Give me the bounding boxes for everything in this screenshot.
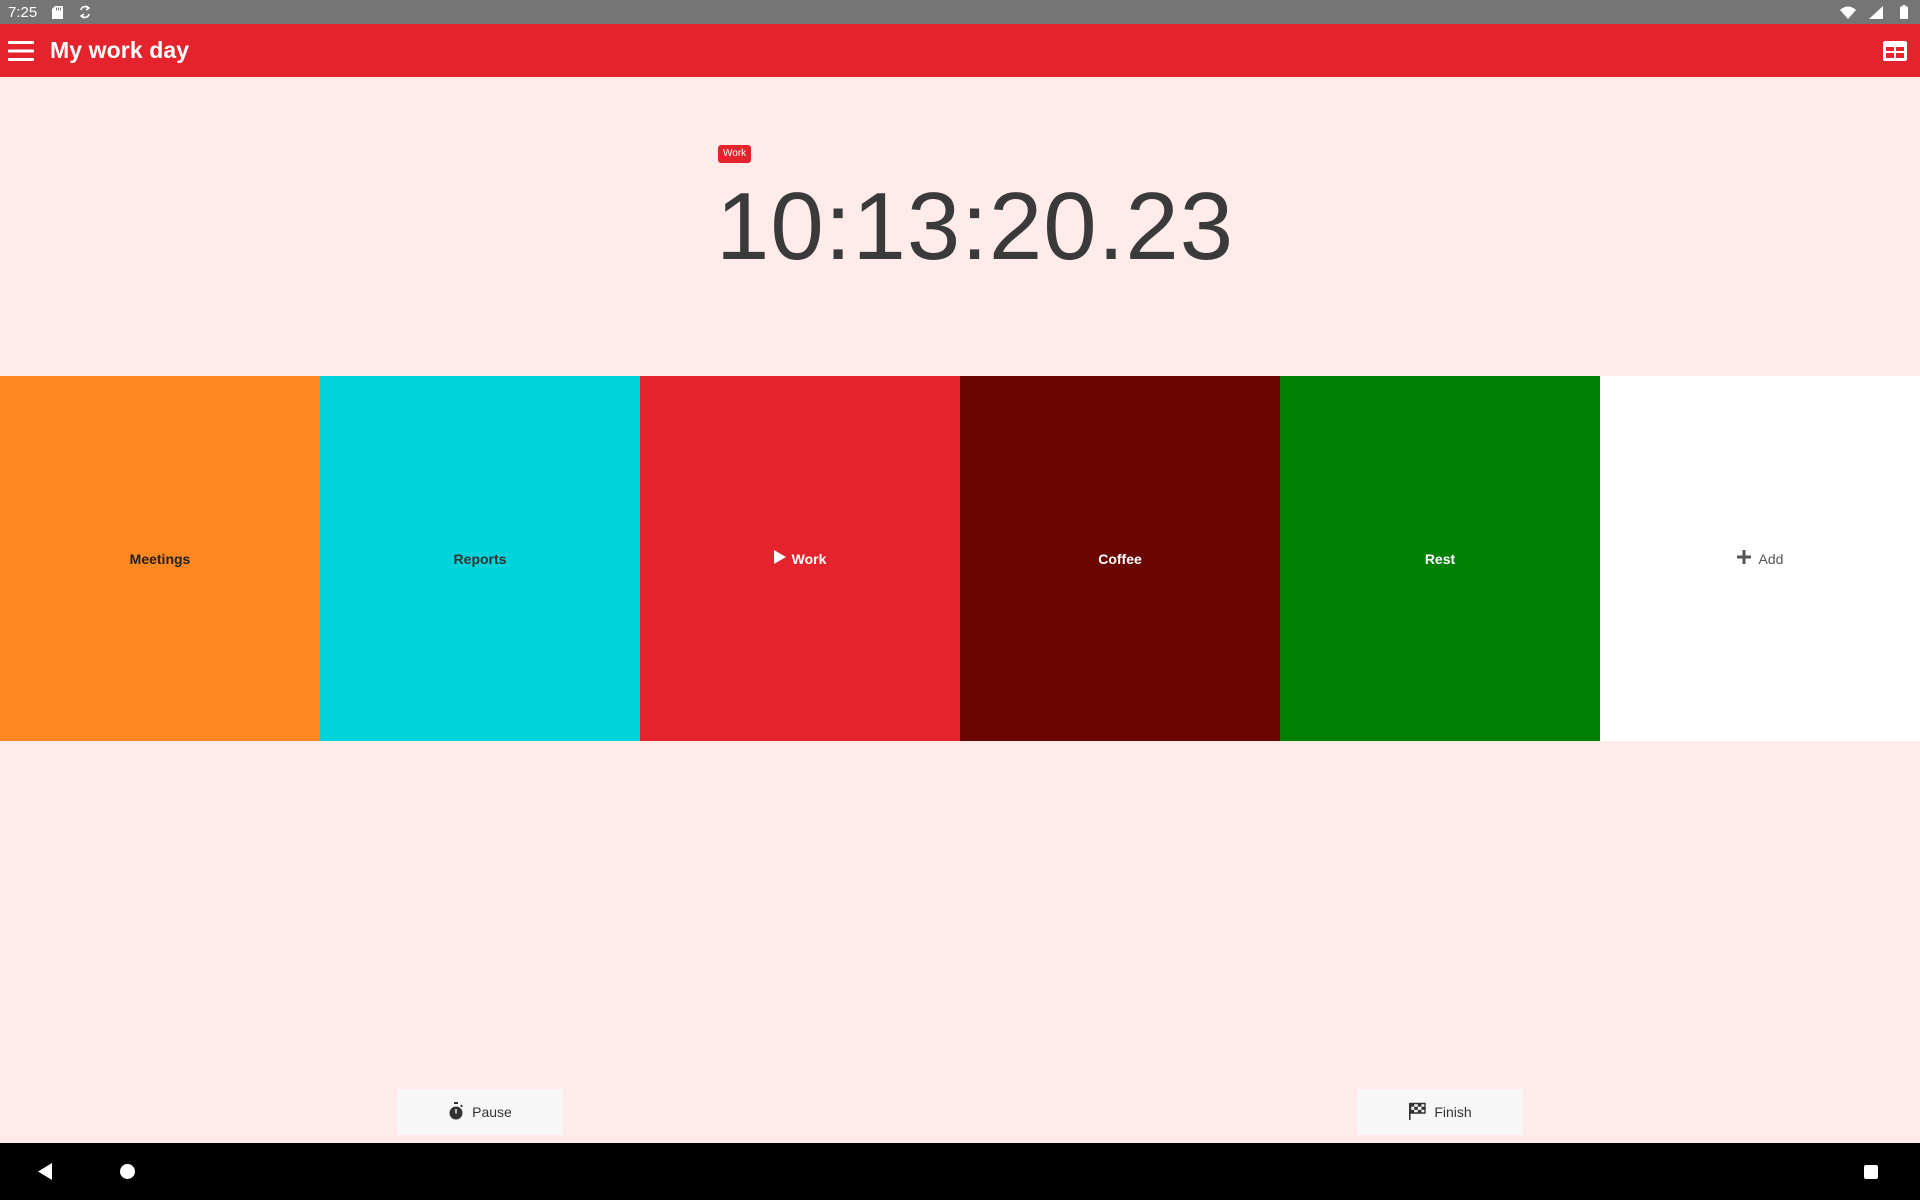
pause-button[interactable]: Pause bbox=[397, 1089, 563, 1135]
stopwatch-icon bbox=[448, 1101, 464, 1123]
sd-card-icon bbox=[49, 4, 65, 20]
hamburger-menu-icon[interactable] bbox=[6, 36, 36, 66]
activity-tile-meetings[interactable]: Meetings bbox=[0, 376, 320, 741]
activity-tile-label: Coffee bbox=[1098, 550, 1142, 567]
finish-label: Finish bbox=[1434, 1104, 1472, 1120]
table-layout-icon[interactable] bbox=[1880, 36, 1910, 66]
activity-tile-label: Reports bbox=[453, 550, 507, 567]
pause-label: Pause bbox=[472, 1104, 512, 1120]
activity-tile-label: Rest bbox=[1424, 550, 1456, 567]
app-bar: My work day bbox=[0, 24, 1920, 77]
activity-tiles: Meetings Reports Work Coffee Rest Add bbox=[0, 376, 1920, 741]
add-label: Add bbox=[1758, 550, 1784, 567]
system-nav-bar bbox=[0, 1143, 1920, 1200]
app-title: My work day bbox=[50, 37, 190, 63]
status-bar: 7:25 bbox=[0, 0, 1920, 24]
activity-tile-coffee[interactable]: Coffee bbox=[960, 376, 1280, 741]
sync-icon bbox=[77, 4, 93, 20]
current-activity-badge: Work bbox=[718, 145, 752, 163]
activity-tile-work[interactable]: Work bbox=[640, 376, 960, 741]
checkered-flag-icon bbox=[1408, 1102, 1427, 1123]
status-time: 7:25 bbox=[8, 3, 38, 21]
activity-tile-reports[interactable]: Reports bbox=[320, 376, 640, 741]
status-left: 7:25 bbox=[8, 4, 93, 21]
add-activity-tile[interactable]: Add bbox=[1600, 376, 1920, 741]
wifi-icon bbox=[1840, 4, 1856, 20]
status-right bbox=[1840, 4, 1912, 20]
finish-button[interactable]: Finish bbox=[1357, 1089, 1523, 1135]
activity-tile-label: Work bbox=[791, 550, 827, 567]
home-icon[interactable] bbox=[120, 1164, 135, 1179]
cell-signal-icon bbox=[1868, 4, 1884, 20]
back-icon[interactable] bbox=[38, 1163, 52, 1185]
activity-tile-label: Meetings bbox=[129, 550, 191, 567]
play-icon bbox=[773, 550, 786, 567]
battery-icon bbox=[1896, 4, 1912, 20]
plus-icon bbox=[1736, 550, 1751, 567]
activity-tile-rest[interactable]: Rest bbox=[1280, 376, 1600, 741]
app-bar-left: My work day bbox=[6, 36, 189, 66]
recents-icon[interactable] bbox=[1864, 1165, 1878, 1179]
timer-area: Work 10:13:20.23 bbox=[0, 77, 1920, 376]
elapsed-time-display: 10:13:20.23 bbox=[716, 173, 1235, 280]
